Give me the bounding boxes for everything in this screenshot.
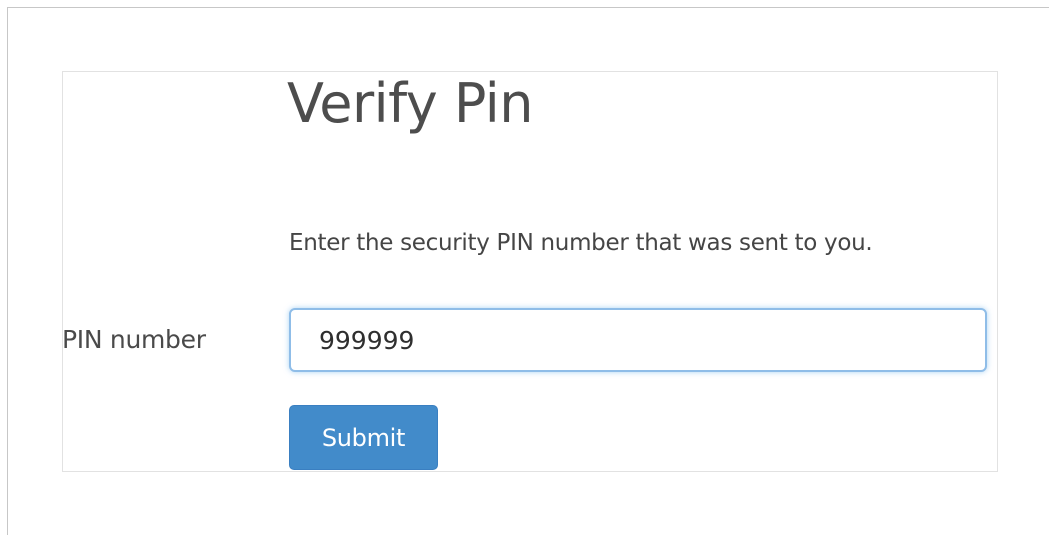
page-title: Verify Pin — [287, 72, 533, 135]
submit-button[interactable]: Submit — [289, 405, 438, 470]
pin-number-label: PIN number — [62, 325, 206, 354]
pin-number-input[interactable] — [289, 308, 987, 372]
instructions-text: Enter the security PIN number that was s… — [289, 230, 873, 256]
